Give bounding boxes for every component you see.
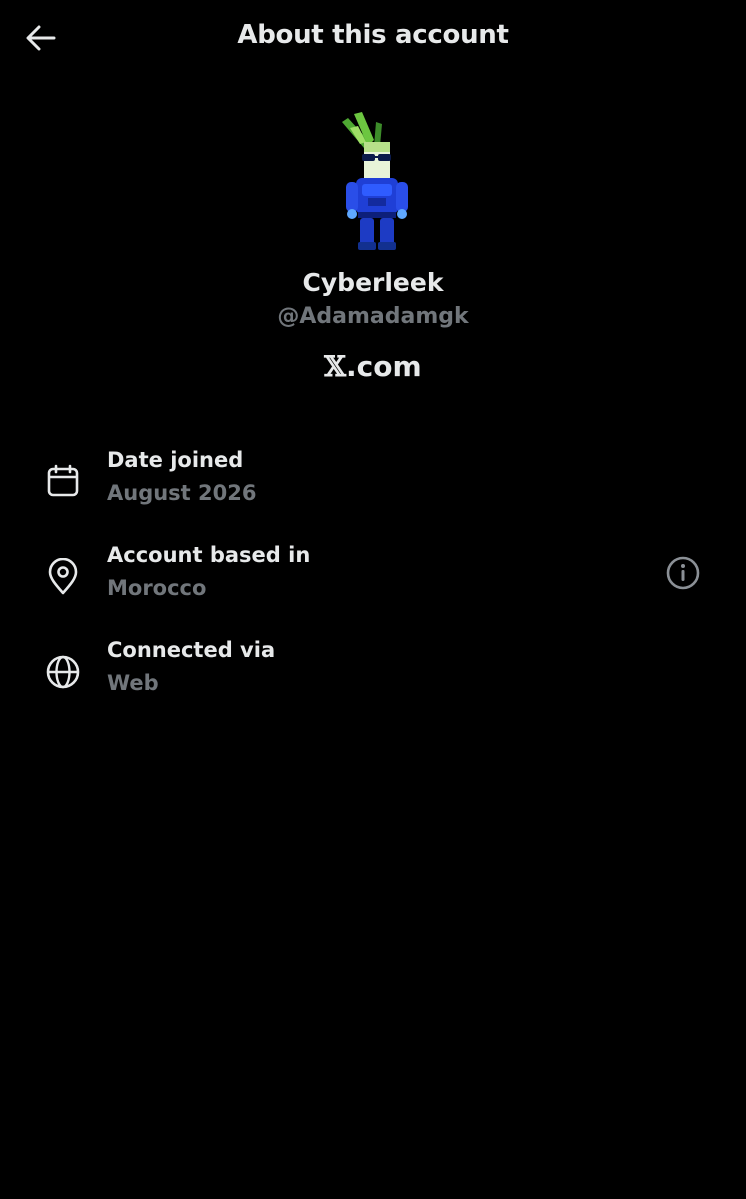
x-logo-mark: 𝕏 — [324, 350, 347, 383]
detail-value: Web — [107, 671, 159, 695]
detail-value: August 2026 — [107, 481, 257, 505]
display-name: Cyberleek — [302, 268, 444, 297]
info-circle-icon — [666, 556, 700, 590]
detail-row-connected-via: Connected via Web — [0, 632, 746, 712]
site-brand: 𝕏.com — [0, 350, 746, 383]
detail-label: Account based in — [107, 543, 311, 567]
detail-label: Date joined — [107, 448, 244, 472]
user-handle: @Adamadamgk — [277, 304, 469, 329]
info-button[interactable] — [662, 552, 704, 594]
page-title: About this account — [237, 20, 509, 50]
detail-label: Connected via — [107, 638, 276, 662]
location-pin-icon — [48, 558, 78, 595]
avatar — [328, 112, 424, 254]
pixel-art-leek-robot-avatar — [342, 112, 408, 250]
detail-row-account-based-in: Account based in Morocco — [0, 537, 746, 617]
detail-value: Morocco — [107, 576, 207, 600]
site-suffix: .com — [346, 350, 422, 383]
calendar-icon — [47, 464, 79, 497]
detail-row-date-joined: Date joined August 2026 — [0, 442, 746, 522]
top-bar: About this account — [0, 0, 746, 78]
globe-icon — [46, 655, 80, 689]
